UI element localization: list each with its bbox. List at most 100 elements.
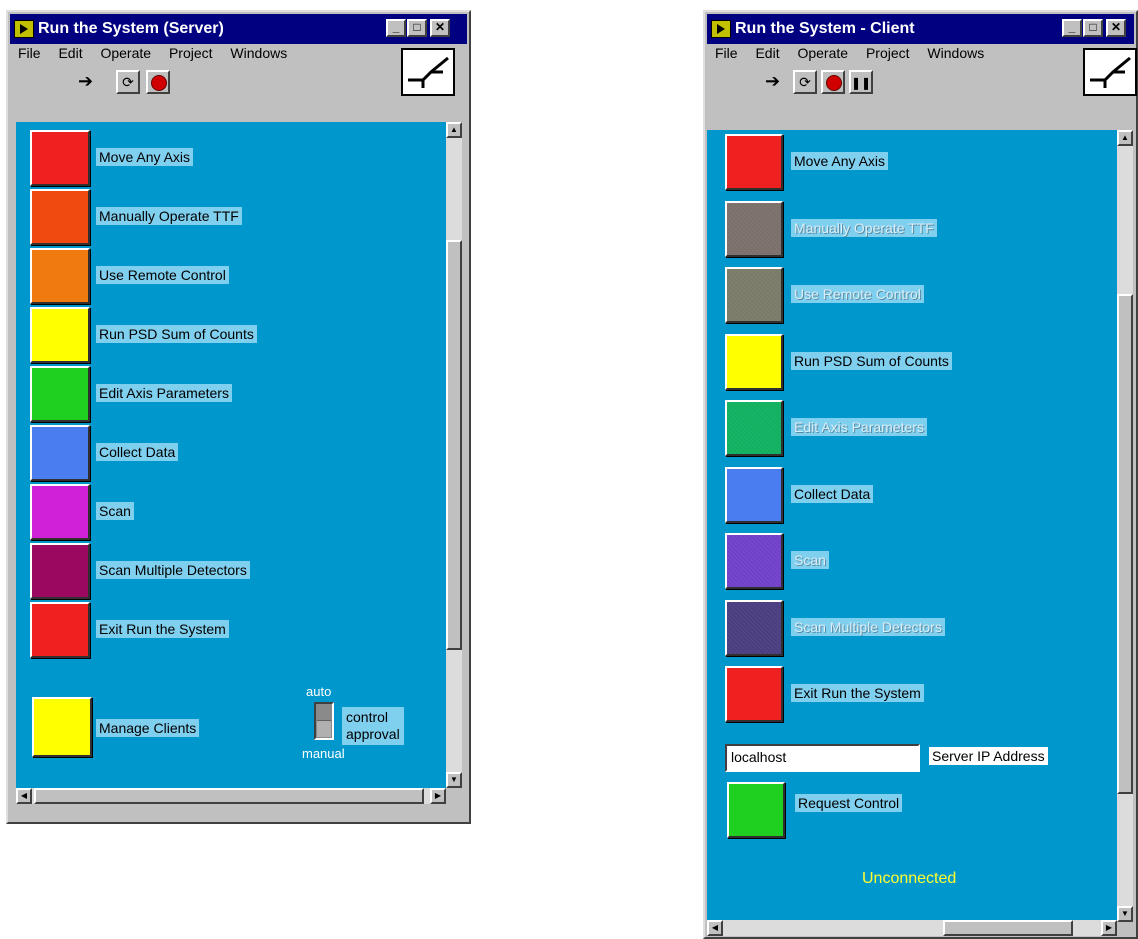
scan-multiple-detectors-label: Scan Multiple Detectors xyxy=(96,561,250,579)
client-vertical-scrollbar[interactable]: ▲ ▼ xyxy=(1117,130,1133,922)
switch-auto-label: auto xyxy=(306,684,332,699)
scan-multiple-detectors-label: Scan Multiple Detectors xyxy=(791,617,945,636)
scan-multiple-detectors-button[interactable] xyxy=(725,599,783,656)
run-psd-sum-of-counts-button[interactable] xyxy=(30,307,90,363)
labview-vi-icon xyxy=(14,20,34,38)
menu-edit[interactable]: Edit xyxy=(755,45,779,61)
run-psd-sum-of-counts-label: Run PSD Sum of Counts xyxy=(96,325,257,343)
client-titlebar: Run the System - Client _ □ ✕ xyxy=(707,14,1134,44)
manually-operate-ttf-label: Manually Operate TTF xyxy=(791,218,937,237)
client-horizontal-scrollbar[interactable]: ◀ ▶ xyxy=(707,920,1117,936)
manage-clients-button[interactable] xyxy=(32,697,92,757)
request-control-label: Request Control xyxy=(795,794,903,812)
use-remote-control-label: Use Remote Control xyxy=(96,266,229,284)
client-window: Run the System - Client _ □ ✕ File Edit … xyxy=(703,10,1138,939)
server-window: Run the System (Server) _ □ ✕ File Edit … xyxy=(6,10,471,824)
scroll-up-button[interactable]: ▲ xyxy=(446,122,462,138)
edit-axis-parameters-button[interactable] xyxy=(30,366,90,422)
move-any-axis-button[interactable] xyxy=(725,134,783,190)
menu-edit[interactable]: Edit xyxy=(58,45,82,61)
control-approval-switch[interactable] xyxy=(314,702,334,740)
scroll-thumb[interactable] xyxy=(446,240,462,650)
run-continuously-icon[interactable]: ⟳ xyxy=(793,70,817,94)
labview-vi-icon xyxy=(711,20,731,38)
move-any-axis-label: Move Any Axis xyxy=(96,148,194,166)
edit-axis-parameters-label: Edit Axis Parameters xyxy=(791,418,927,436)
stop-icon xyxy=(151,75,167,91)
control-approval-label: control approval xyxy=(342,707,404,745)
edit-axis-parameters-label: Edit Axis Parameters xyxy=(96,384,232,402)
menu-operate[interactable]: Operate xyxy=(100,45,151,61)
menu-project[interactable]: Project xyxy=(169,45,213,61)
edit-axis-parameters-button[interactable] xyxy=(725,400,783,456)
run-arrow-icon[interactable]: ➔ xyxy=(78,72,93,90)
server-menubar: File Edit Operate Project Windows xyxy=(10,45,293,67)
menu-file[interactable]: File xyxy=(18,45,41,61)
vi-logo-icon xyxy=(401,48,455,96)
scan-button[interactable] xyxy=(30,484,90,540)
use-remote-control-button[interactable] xyxy=(725,267,783,323)
pause-icon xyxy=(851,74,871,90)
scroll-up-button[interactable]: ▲ xyxy=(1117,130,1133,146)
server-titlebar: Run the System (Server) _ □ ✕ xyxy=(10,14,467,44)
use-remote-control-button[interactable] xyxy=(30,248,90,304)
close-button[interactable]: ✕ xyxy=(430,19,450,37)
menu-windows[interactable]: Windows xyxy=(230,45,287,61)
server-ip-input[interactable]: localhost xyxy=(725,744,920,772)
scroll-down-button[interactable]: ▼ xyxy=(1117,906,1133,922)
close-button[interactable]: ✕ xyxy=(1106,19,1126,37)
minimize-button[interactable]: _ xyxy=(1062,19,1082,37)
scroll-left-button[interactable]: ◀ xyxy=(16,788,32,804)
use-remote-control-label: Use Remote Control xyxy=(791,285,924,303)
run-arrow-icon[interactable]: ➔ xyxy=(765,72,780,90)
hscroll-thumb[interactable] xyxy=(943,920,1073,936)
pause-button[interactable] xyxy=(849,70,873,94)
scan-label: Scan xyxy=(791,551,829,569)
client-front-panel: Move Any Axis Manually Operate TTF Use Rem… xyxy=(707,130,1117,922)
manually-operate-ttf-label: Manually Operate TTF xyxy=(96,207,242,225)
move-any-axis-label: Move Any Axis xyxy=(791,152,889,170)
run-psd-sum-of-counts-label: Run PSD Sum of Counts xyxy=(791,351,952,370)
collect-data-label: Collect Data xyxy=(791,484,874,503)
server-horizontal-scrollbar[interactable]: ◀ ▶ xyxy=(16,788,446,804)
scroll-thumb[interactable] xyxy=(1117,294,1133,794)
abort-button[interactable] xyxy=(821,70,845,94)
vi-logo-icon xyxy=(1083,48,1137,96)
collect-data-button[interactable] xyxy=(30,425,90,481)
exit-run-the-system-label: Exit Run the System xyxy=(96,620,229,638)
maximize-button[interactable]: □ xyxy=(407,19,427,37)
collect-data-label: Collect Data xyxy=(96,443,179,461)
exit-run-the-system-button[interactable] xyxy=(725,666,783,722)
maximize-button[interactable]: □ xyxy=(1083,19,1103,37)
scan-label: Scan xyxy=(96,502,134,520)
exit-run-the-system-label: Exit Run the System xyxy=(791,684,924,702)
abort-button[interactable] xyxy=(146,70,170,94)
connection-status: Unconnected xyxy=(862,870,957,887)
server-ip-label: Server IP Address xyxy=(929,747,1048,765)
scroll-right-button[interactable]: ▶ xyxy=(1101,920,1117,936)
stop-icon xyxy=(826,75,842,91)
scroll-right-button[interactable]: ▶ xyxy=(430,788,446,804)
exit-run-the-system-button[interactable] xyxy=(30,602,90,658)
server-front-panel: Move Any Axis Manually Operate TTF Use Rem… xyxy=(16,122,446,788)
run-psd-sum-of-counts-button[interactable] xyxy=(725,333,783,390)
server-vertical-scrollbar[interactable]: ▲ ▼ xyxy=(446,122,462,788)
scroll-down-button[interactable]: ▼ xyxy=(446,772,462,788)
client-menubar: File Edit Operate Project Windows xyxy=(707,45,990,67)
menu-operate[interactable]: Operate xyxy=(797,45,848,61)
menu-project[interactable]: Project xyxy=(866,45,910,61)
menu-windows[interactable]: Windows xyxy=(927,45,984,61)
menu-file[interactable]: File xyxy=(715,45,738,61)
request-control-button[interactable] xyxy=(727,782,785,838)
scroll-left-button[interactable]: ◀ xyxy=(707,920,723,936)
scan-multiple-detectors-button[interactable] xyxy=(30,543,90,599)
collect-data-button[interactable] xyxy=(725,466,783,523)
run-continuously-icon[interactable]: ⟳ xyxy=(116,70,140,94)
hscroll-thumb[interactable] xyxy=(34,788,424,804)
move-any-axis-button[interactable] xyxy=(30,130,90,186)
scan-button[interactable] xyxy=(725,533,783,589)
minimize-button[interactable]: _ xyxy=(386,19,406,37)
server-window-title: Run the System (Server) xyxy=(38,20,224,37)
manually-operate-ttf-button[interactable] xyxy=(725,200,783,257)
manually-operate-ttf-button[interactable] xyxy=(30,189,90,245)
